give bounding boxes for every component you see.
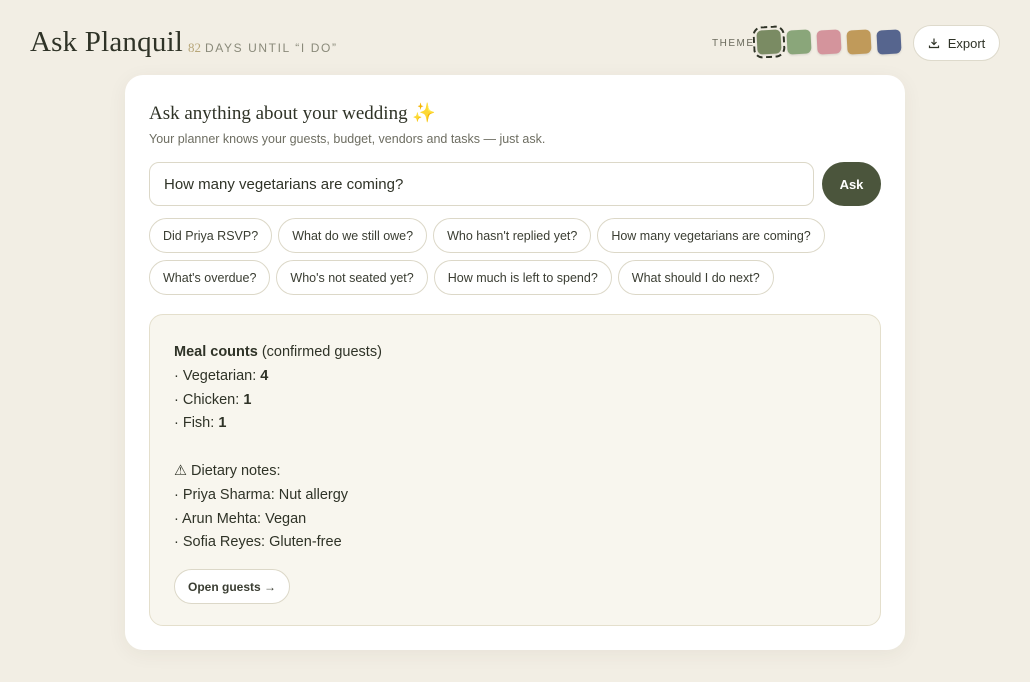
suggestion-row: Did Priya RSVP? What do we still owe? Who … xyxy=(149,218,825,253)
countdown-number: 82 xyxy=(188,40,201,55)
meal-label: · Chicken: xyxy=(174,391,244,408)
export-button[interactable]: Export xyxy=(913,25,1000,61)
answer-heading-rest: (confirmed guests) xyxy=(257,344,382,360)
answer-panel: Meal counts (confirmed guests) · Vegetar… xyxy=(149,314,881,626)
meal-count: 1 xyxy=(218,415,227,432)
dietary-note: · Arun Mehta: Vegan xyxy=(174,510,307,527)
meal-label: · Vegetarian: xyxy=(174,367,261,384)
meal-label: · Fish: xyxy=(174,415,219,432)
meal-count: 4 xyxy=(260,367,269,384)
countdown-text: DAYS UNTIL “I DO” xyxy=(205,41,338,55)
ask-title: Ask anything about your wedding ✨ xyxy=(149,103,436,124)
app-title: Ask Planquil xyxy=(30,26,184,58)
suggestion-chip[interactable]: How many vegetarians are coming? xyxy=(597,218,825,253)
meal-list: · Vegetarian: 4 · Chicken: 1 · Fish: 1 xyxy=(174,365,856,436)
wedding-countdown: 82 DAYS UNTIL “I DO” xyxy=(188,40,338,56)
open-guests-button[interactable]: Open guests → xyxy=(174,569,291,605)
dietary-note: · Sofia Reyes: Gluten-free xyxy=(174,534,342,551)
theme-swatch[interactable] xyxy=(816,29,842,55)
ask-card: Ask anything about your wedding ✨ Your p… xyxy=(125,75,905,650)
suggestion-row: What's overdue? Who's not seated yet? How … xyxy=(149,260,774,295)
ask-input[interactable] xyxy=(149,162,814,206)
meal-line: · Fish: 1 xyxy=(174,412,856,436)
dietary-note: · Priya Sharma: Nut allergy xyxy=(174,486,349,503)
suggestion-chip[interactable]: What do we still owe? xyxy=(278,218,428,253)
theme-swatches xyxy=(752,25,902,59)
suggestion-chip[interactable]: Who's not seated yet? xyxy=(276,260,428,295)
meal-count: 1 xyxy=(243,391,252,408)
answer-heading-bold: Meal counts xyxy=(174,344,258,360)
theme-swatch[interactable] xyxy=(846,29,872,55)
export-label: Export xyxy=(947,35,986,51)
suggestion-chip[interactable]: How much is left to spend? xyxy=(433,260,612,295)
suggestion-chip[interactable]: What should I do next? xyxy=(617,260,774,295)
ask-button[interactable]: Ask xyxy=(822,162,881,206)
theme-label: THEME xyxy=(712,38,755,49)
dietary-list: · Priya Sharma: Nut allergy · Arun Mehta:… xyxy=(174,484,856,555)
theme-swatch[interactable] xyxy=(786,29,812,55)
download-icon xyxy=(928,38,939,49)
ask-subtitle: Your planner knows your guests, budget, … xyxy=(149,132,546,146)
theme-swatch[interactable] xyxy=(876,29,902,55)
dietary-heading: ⚠ Dietary notes: xyxy=(174,462,281,479)
suggestion-chip[interactable]: What's overdue? xyxy=(149,260,271,295)
suggestion-chip[interactable]: Who hasn't replied yet? xyxy=(433,218,592,253)
suggestion-chip[interactable]: Did Priya RSVP? xyxy=(149,218,273,253)
top-bar: Ask Planquil 82 DAYS UNTIL “I DO” THEME … xyxy=(0,0,1030,86)
meal-line: · Vegetarian: 4 xyxy=(174,365,856,389)
theme-swatch[interactable] xyxy=(752,25,786,59)
meal-line: · Chicken: 1 xyxy=(174,389,856,413)
answer-heading: Meal counts (confirmed guests) xyxy=(174,341,856,365)
